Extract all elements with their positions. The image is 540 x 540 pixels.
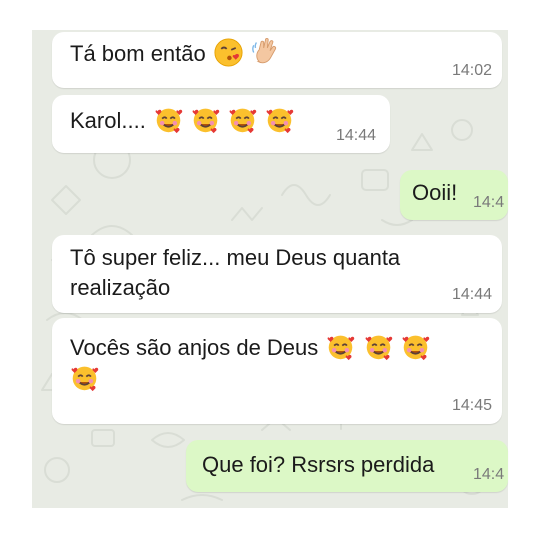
smiling-face-with-hearts-icon <box>265 105 294 134</box>
message-timestamp: 14:4 <box>473 194 505 211</box>
outgoing-message[interactable]: Que foi? Rsrsrs perdida 14:4 <box>186 440 508 492</box>
incoming-message[interactable]: Tô super feliz... meu Deus quanta realiz… <box>52 235 502 313</box>
outgoing-message[interactable]: Ooii! 14:4 <box>400 170 508 220</box>
smiling-face-with-hearts-icon <box>401 332 430 361</box>
message-timestamp: 14:02 <box>451 62 492 79</box>
message-text: Que foi? Rsrsrs perdida <box>202 452 435 477</box>
waving-hand-icon <box>251 38 280 67</box>
incoming-message[interactable]: Karol.... 14:44 <box>52 95 390 153</box>
message-timestamp: 14:44 <box>335 127 376 144</box>
message-timestamp: 14:4 <box>473 466 505 483</box>
smiling-face-with-hearts-icon <box>326 332 355 361</box>
smiling-face-with-hearts-icon <box>191 105 220 134</box>
message-text: Karol.... <box>70 108 146 133</box>
face-blowing-kiss-icon <box>214 38 243 67</box>
incoming-message[interactable]: Vocês são anjos de Deus 14:45 <box>52 318 502 424</box>
smiling-face-with-hearts-icon <box>364 332 393 361</box>
message-text: Ooii! <box>412 180 458 205</box>
message-text: Vocês são anjos de Deus <box>70 335 319 360</box>
smiling-face-with-hearts-icon <box>70 363 99 392</box>
smiling-face-with-hearts-icon <box>154 105 183 134</box>
message-timestamp: 14:45 <box>451 397 492 414</box>
message-text: Tô super feliz... meu Deus quanta realiz… <box>70 245 401 300</box>
incoming-message[interactable]: Tá bom então 14:02 <box>52 32 502 88</box>
message-text: Tá bom então <box>70 41 206 66</box>
smiling-face-with-hearts-icon <box>228 105 257 134</box>
message-timestamp: 14:44 <box>451 286 492 303</box>
